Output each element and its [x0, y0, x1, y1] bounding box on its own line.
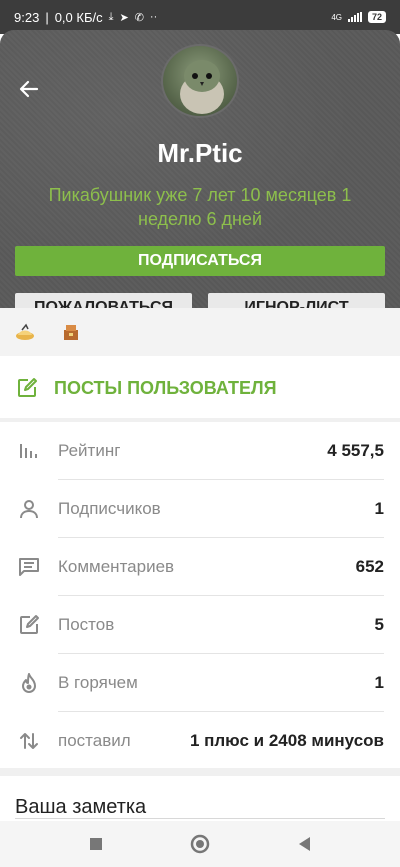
- user-posts-label: ПОСТЫ ПОЛЬЗОВАТЕЛЯ: [54, 377, 277, 398]
- stat-row-hot[interactable]: В горячем 1: [0, 654, 400, 712]
- stat-value: 652: [355, 557, 384, 576]
- system-nav-bar: [0, 821, 400, 867]
- stat-label: Постов: [58, 615, 115, 634]
- telegram-icon: ➤: [119, 11, 129, 24]
- arrow-left-icon: [19, 80, 39, 98]
- download-icon: ⤓: [108, 10, 114, 23]
- stats-list: Рейтинг 4 557,5 Подписчиков 1 Комментари…: [0, 422, 400, 770]
- home-button[interactable]: [189, 833, 211, 855]
- flame-icon: [16, 670, 42, 696]
- battery-indicator: 72: [367, 11, 386, 23]
- circle-icon: [190, 834, 210, 854]
- note-input-line[interactable]: [15, 818, 385, 819]
- stat-row-subscribers[interactable]: Подписчиков 1: [0, 480, 400, 538]
- username: Mr.Ptic: [157, 138, 243, 168]
- stat-value: 1: [374, 673, 384, 692]
- avatar: [161, 44, 239, 118]
- note-label: Ваша заметка: [15, 796, 147, 818]
- stat-label: Подписчиков: [58, 499, 161, 518]
- stat-label: В горячем: [58, 673, 138, 692]
- awards-bar: [0, 308, 400, 356]
- comment-icon: [16, 554, 42, 580]
- stat-row-posts[interactable]: Постов 5: [0, 596, 400, 654]
- bowl-award-icon: [16, 323, 34, 340]
- bar-chart-icon: [16, 438, 42, 464]
- signal-icon: [347, 12, 362, 22]
- chest-award-icon: [64, 325, 78, 340]
- status-bar: 9:23 | 0,0 КБ/с ⤓ ➤ ✆ ·· 4G 72: [0, 0, 400, 34]
- net-speed: 0,0 КБ/с: [54, 9, 103, 25]
- stat-value: 4 557,5: [327, 441, 384, 460]
- divider: [0, 768, 400, 776]
- more-notifications-icon: ··: [149, 11, 158, 23]
- stat-row-comments[interactable]: Комментариев 652: [0, 538, 400, 596]
- stat-value: 5: [374, 615, 384, 634]
- user-posts-link[interactable]: ПОСТЫ ПОЛЬЗОВАТЕЛЯ: [0, 358, 400, 418]
- subscribe-button[interactable]: ПОДПИСАТЬСЯ: [15, 246, 385, 276]
- bird-avatar-icon: [180, 60, 224, 114]
- award-badge[interactable]: [14, 321, 36, 343]
- triangle-back-icon: [299, 837, 310, 851]
- back-button[interactable]: [14, 74, 44, 104]
- stat-row-votes: поставил 1 плюс и 2408 минусов: [0, 712, 400, 770]
- back-nav-button[interactable]: [293, 833, 315, 855]
- stat-label: поставил: [58, 731, 131, 750]
- clock: 9:23: [14, 9, 40, 25]
- viber-icon: ✆: [134, 11, 144, 24]
- stat-label: Комментариев: [58, 557, 175, 576]
- network-type: 4G: [331, 12, 342, 22]
- stat-value: 1 плюс и 2408 минусов: [189, 731, 384, 750]
- member-since: Пикабушник уже 7 лет 10 месяцев 1 неделю…: [48, 185, 352, 229]
- sort-arrows-icon: [16, 728, 42, 754]
- edit-icon: [16, 612, 42, 638]
- stat-value: 1: [374, 499, 384, 518]
- recents-button[interactable]: [85, 833, 107, 855]
- square-icon: [90, 838, 102, 850]
- stat-label: Рейтинг: [58, 441, 121, 460]
- edit-icon: [18, 378, 37, 397]
- person-icon: [16, 496, 42, 522]
- profile-header: Mr.Ptic Пикабушник уже 7 лет 10 месяцев …: [0, 30, 400, 323]
- award-badge[interactable]: [60, 321, 82, 343]
- stat-row-rating: Рейтинг 4 557,5: [0, 422, 400, 480]
